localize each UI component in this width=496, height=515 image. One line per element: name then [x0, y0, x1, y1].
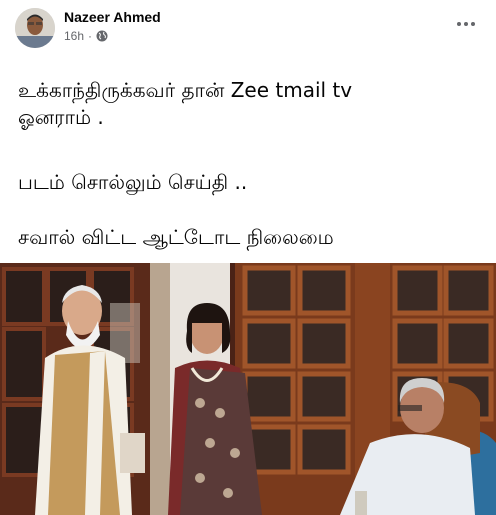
text-line-4: சவால் விட்ட ஆட்டோட நிலைமை — [18, 225, 334, 249]
post-text: உக்காந்திருக்கவர் தான் Zee tmail tv ஓனரா… — [0, 0, 496, 263]
text-paragraph-1: உக்காந்திருக்கவர் தான் Zee tmail tv ஓனரா… — [18, 77, 478, 131]
text-line-3: படம் சொல்லும் செய்தி .. — [18, 170, 248, 194]
post-photo[interactable] — [0, 263, 496, 515]
text-paragraph-3: சவால் விட்ட ஆட்டோட நிலைமை — [18, 224, 334, 251]
text-line-1: உக்காந்திருக்கவர் தான் Zee tmail tv — [18, 78, 353, 102]
text-line-2: ஓனராம் . — [18, 105, 104, 129]
post-card: Nazeer Ahmed 16h · உக்காந்திருக்கவர் தான… — [0, 0, 496, 515]
photo-image — [0, 263, 496, 515]
text-paragraph-2: படம் சொல்லும் செய்தி .. — [18, 169, 247, 196]
